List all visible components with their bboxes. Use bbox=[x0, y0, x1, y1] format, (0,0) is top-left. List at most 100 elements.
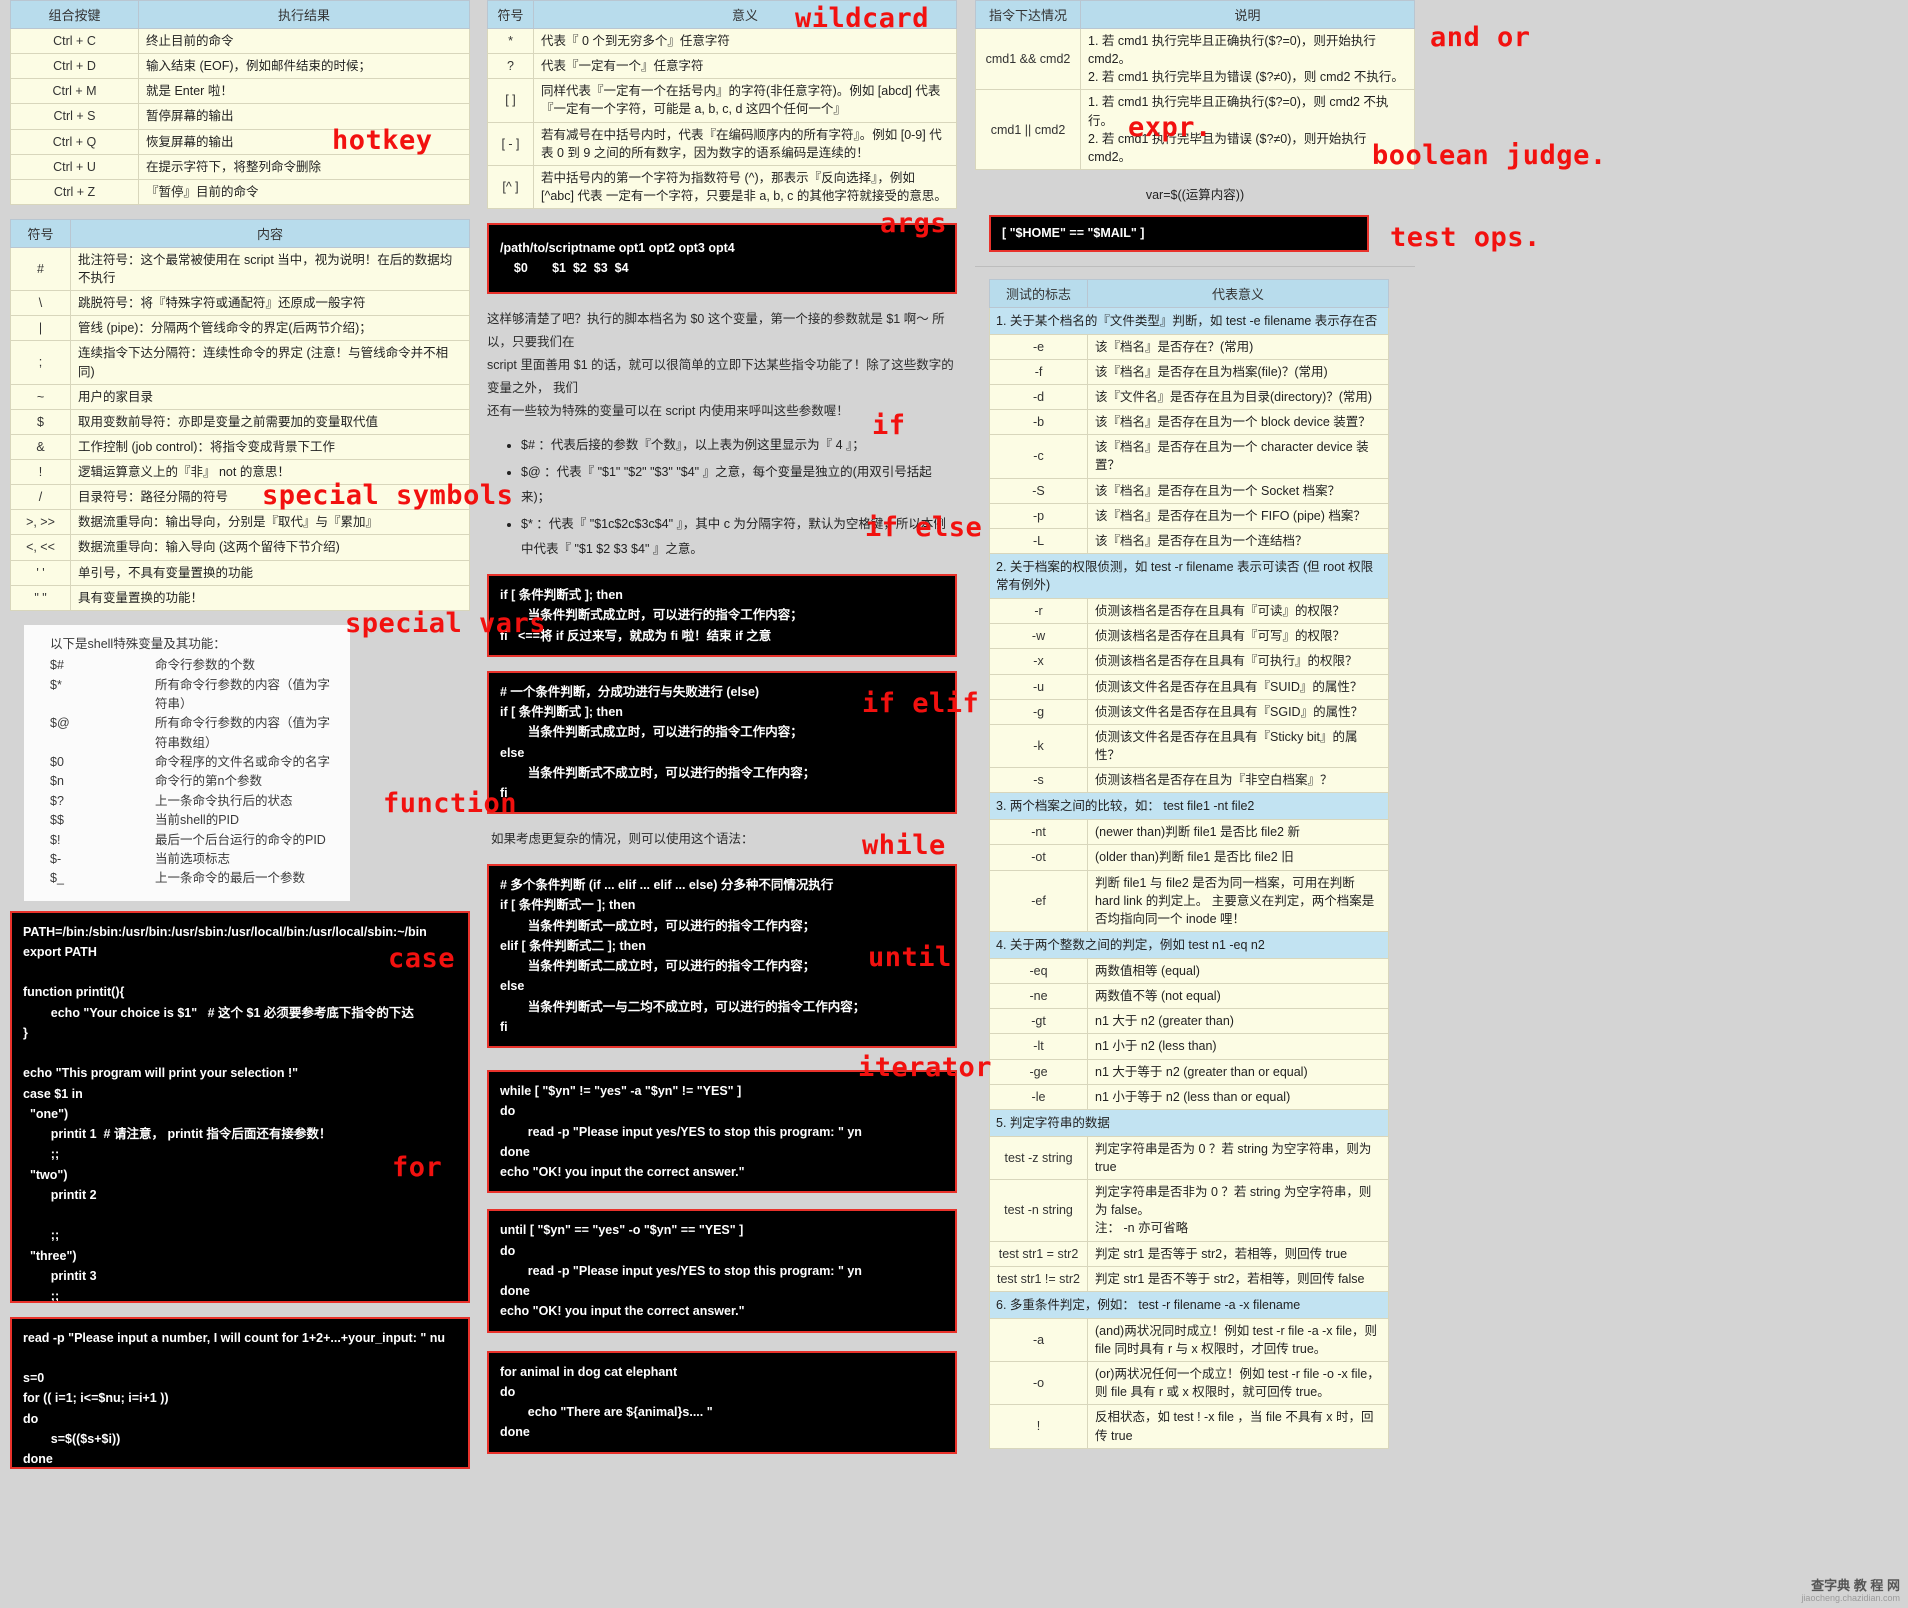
cell-meaning: n1 小于等于 n2 (less than or equal) bbox=[1087, 1083, 1389, 1110]
table-row: test str1 != str2 判定 str1 是否不等于 str2，若相等，… bbox=[988, 1265, 1389, 1292]
special-var-row: $? 上一条命令执行后的状态 bbox=[50, 792, 336, 811]
table-row: -ge n1 大于等于 n2 (greater than or equal) bbox=[988, 1058, 1389, 1085]
table-row: -u 侦测该文件名是否存在且具有『SUID』的属性？ bbox=[988, 673, 1389, 700]
code-until: until [ "$yn" == "yes" -o "$yn" == "YES"… bbox=[487, 1209, 957, 1333]
table-row: -a (and)两状况同时成立！例如 test -r file -a -x fil… bbox=[988, 1317, 1389, 1363]
cell-meaning: n1 大于 n2 (greater than) bbox=[1087, 1008, 1389, 1035]
annotation-label: hotkey bbox=[332, 125, 433, 156]
cell-flag: ! bbox=[988, 1404, 1089, 1449]
cell-meaning: 反相状态，如 test ! -x file ，当 file 不具有 x 时，回传… bbox=[1087, 1404, 1389, 1449]
table-row: -e 该『档名』是否存在？(常用) bbox=[988, 333, 1389, 360]
table-row: -ne 两数值不等 (not equal) bbox=[988, 983, 1389, 1010]
table-section-header: 5. 判定字符串的数据 bbox=[989, 1108, 1389, 1137]
table-row: -S 该『档名』是否存在且为一个 Socket 档案？ bbox=[988, 477, 1389, 504]
special-var-desc: 命令程序的文件名或命令的名字 bbox=[155, 755, 331, 769]
table-row: # 批注符号：这个最常被使用在 script 当中，视为说明！在后的数据均不执行 bbox=[10, 246, 470, 292]
cell-flag: -f bbox=[988, 358, 1089, 386]
special-var-row: $! 最后一个后台运行的命令的PID bbox=[50, 831, 336, 850]
cell-meaning: 判定字符串是否为 0 ？若 string 为空字符串，则为 true bbox=[1087, 1135, 1389, 1181]
cell-meaning: 该『文件名』是否存在且为目录(directory)？(常用) bbox=[1087, 383, 1389, 411]
table-row: ~ 用户的家目录 bbox=[10, 383, 470, 410]
table-row: Ctrl + D 输入结束 (EOF)，例如邮件结束的时候； bbox=[10, 53, 470, 80]
cell-meaning: 该『档名』是否存在且为一个 block device 装置？ bbox=[1087, 409, 1389, 436]
cell-symbol: >, >> bbox=[10, 509, 71, 536]
cell-description: 就是 Enter 啦！ bbox=[138, 78, 470, 105]
cell-meaning: 侦测该文件名是否存在且具有『Sticky bit』的属性？ bbox=[1087, 723, 1389, 769]
table-row: -nt (newer than)判断 file1 是否比 file2 新 bbox=[988, 819, 1389, 846]
special-vars-panel: 以下是shell特殊变量及其功能： $# 命令行参数的个数 $* 所有命令行参数的内容… bbox=[24, 624, 350, 901]
cell-description: 连续指令下达分隔符：连续性命令的界定 (注意！与管线命令并不相同) bbox=[70, 340, 470, 385]
table-row: -o (or)两状况任何一个成立！例如 test -r file -o -x fi… bbox=[988, 1361, 1389, 1406]
cell-symbol: & bbox=[10, 433, 71, 461]
cell-description: 跳脱符号：将『特殊字符或通配符』还原成一般字符 bbox=[70, 290, 470, 317]
cell-description: 用户的家目录 bbox=[70, 383, 470, 410]
symbols-rows: # 批注符号：这个最常被使用在 script 当中，视为说明！在后的数据均不执行 \… bbox=[10, 246, 470, 611]
special-var-name: $- bbox=[50, 851, 62, 866]
cell-flag: -lt bbox=[988, 1033, 1089, 1060]
and-or-rows: cmd1 && cmd2 1. 若 cmd1 执行完毕且正确执行($?=0)，则开… bbox=[975, 27, 1415, 170]
cell-symbol: [^ ] bbox=[487, 164, 534, 210]
hotkey-table: 组合按键 执行结果 Ctrl + C 终止目前的命令 Ctrl + D 输入结束 (E… bbox=[10, 0, 470, 205]
special-var-row: $* 所有命令行参数的内容（值为字符串） bbox=[50, 676, 336, 715]
table-row: -d 该『文件名』是否存在且为目录(directory)？(常用) bbox=[988, 383, 1389, 411]
cell-flag: -ot bbox=[988, 844, 1089, 871]
cell-flag: -g bbox=[988, 698, 1089, 725]
cell-description: 批注符号：这个最常被使用在 script 当中，视为说明！在后的数据均不执行 bbox=[70, 246, 470, 292]
special-var-desc: 命令行的第n个参数 bbox=[155, 774, 262, 789]
cell-description: 单引号，不具有变量置换的功能 bbox=[70, 559, 470, 586]
table-row: -k 侦测该文件名是否存在且具有『Sticky bit』的属性？ bbox=[988, 723, 1389, 769]
cell-description: 同样代表『一定有一个在括号内』的字符(非任意字符)。例如 [abcd] 代表『一… bbox=[533, 78, 957, 123]
cell-symbol: [ - ] bbox=[487, 121, 534, 166]
cell-description: 1. 若 cmd1 执行完毕且正确执行($?=0)，则开始执行 cmd2。 2.… bbox=[1080, 27, 1415, 91]
cell-description: 若有减号在中括号内时，代表『在编码顺序内的所有字符』。例如 [0-9] 代表 0… bbox=[533, 121, 957, 166]
cell-meaning: (older than)判断 file1 是否比 file2 旧 bbox=[1087, 844, 1389, 871]
table-row: ! 反相状态，如 test ! -x file ，当 file 不具有 x 时，回… bbox=[988, 1404, 1389, 1449]
cell-symbol: Ctrl + M bbox=[10, 78, 139, 105]
code-if: if [ 条件判断式 ]; then 当条件判断式成立时，可以进行的指令工作内容… bbox=[487, 574, 957, 657]
table-row: -w 侦测该档名是否存在且具有『可写』的权限？ bbox=[988, 623, 1389, 650]
special-var-desc: 所有命令行参数的内容（值为字符串） bbox=[155, 677, 331, 711]
cell-command: cmd1 && cmd2 bbox=[975, 27, 1081, 91]
column-header-description: 说明 bbox=[1080, 0, 1415, 29]
special-var-row: $_ 上一条命令的最后一个参数 bbox=[50, 869, 336, 888]
table-row: test -z string 判定字符串是否为 0 ？若 string 为空字符串… bbox=[988, 1135, 1389, 1181]
cell-meaning: 判定 str1 是否等于 str2，若相等，则回传 true bbox=[1087, 1240, 1389, 1267]
cell-description: 管线 (pipe)：分隔两个管线命令的界定(后两节介绍)； bbox=[70, 315, 470, 342]
cell-symbol: Ctrl + D bbox=[10, 53, 139, 80]
cell-meaning: (or)两状况任何一个成立！例如 test -r file -o -x file… bbox=[1087, 1361, 1389, 1406]
table-row: -g 侦测该文件名是否存在且具有『SGID』的属性？ bbox=[988, 698, 1389, 725]
cell-meaning: 侦测该文件名是否存在且具有『SUID』的属性？ bbox=[1087, 673, 1389, 700]
cell-symbol: / bbox=[10, 484, 71, 511]
table-header-row: 测试的标志 代表意义 bbox=[988, 278, 1389, 308]
table-row: -c 该『档名』是否存在且为一个 character device 装置？ bbox=[988, 434, 1389, 479]
hotkey-rows: Ctrl + C 终止目前的命令 Ctrl + D 输入结束 (EOF)，例如邮件结束… bbox=[10, 27, 470, 205]
section-label: 1. 关于某个档名的『文件类型』判断，如 test -e filename 表示… bbox=[989, 306, 1389, 335]
section-label: 4. 关于两个整数之间的判定，例如 test n1 -eq n2 bbox=[989, 930, 1389, 960]
cell-symbol: ; bbox=[10, 340, 71, 385]
table-row: ? 代表『一定有一个』任意字符 bbox=[487, 53, 957, 80]
special-var-row: $n 命令行的第n个参数 bbox=[50, 772, 336, 791]
prose-line: script 里面善用 $1 的话，就可以很简单的立即下达某些指令功能了！除了这… bbox=[487, 357, 954, 395]
special-var-desc: 上一条命令执行后的状态 bbox=[155, 793, 293, 808]
cell-meaning: 该『档名』是否存在？(常用) bbox=[1087, 333, 1389, 360]
column-header-flag: 测试的标志 bbox=[988, 278, 1089, 308]
cell-flag: -ef bbox=[988, 869, 1089, 932]
table-row: >, >> 数据流重导向：输出导向，分别是『取代』与『累加』 bbox=[10, 509, 470, 536]
cell-meaning: 该『档名』是否存在且为一个 character device 装置？ bbox=[1087, 434, 1389, 479]
table-row: & 工作控制 (job control)：将指令变成背景下工作 bbox=[10, 433, 470, 461]
annotation-label: if else bbox=[865, 512, 983, 543]
table-section-header: 1. 关于某个档名的『文件类型』判断，如 test -e filename 表示… bbox=[989, 306, 1389, 335]
special-var-name: $$ bbox=[50, 813, 64, 828]
cell-flag: -nt bbox=[988, 819, 1089, 846]
cell-description: 数据流重导向：输出导向，分别是『取代』与『累加』 bbox=[70, 509, 470, 536]
cell-symbol: | bbox=[10, 315, 71, 342]
annotation-label: test ops. bbox=[1390, 222, 1541, 253]
table-row: test -n string 判定字符串是否非为 0 ？若 string 为空字符… bbox=[988, 1179, 1389, 1242]
annotation-label: wildcard bbox=[795, 3, 930, 34]
table-row: [ - ] 若有减号在中括号内时，代表『在编码顺序内的所有字符』。例如 [0-9]… bbox=[487, 121, 957, 166]
cell-flag: -u bbox=[988, 673, 1089, 700]
cell-symbol: " " bbox=[10, 584, 71, 611]
cell-flag: -ge bbox=[988, 1058, 1089, 1085]
cell-flag: -c bbox=[988, 434, 1089, 479]
expr-syntax-line: var=$((运算内容)) bbox=[1145, 187, 1245, 202]
